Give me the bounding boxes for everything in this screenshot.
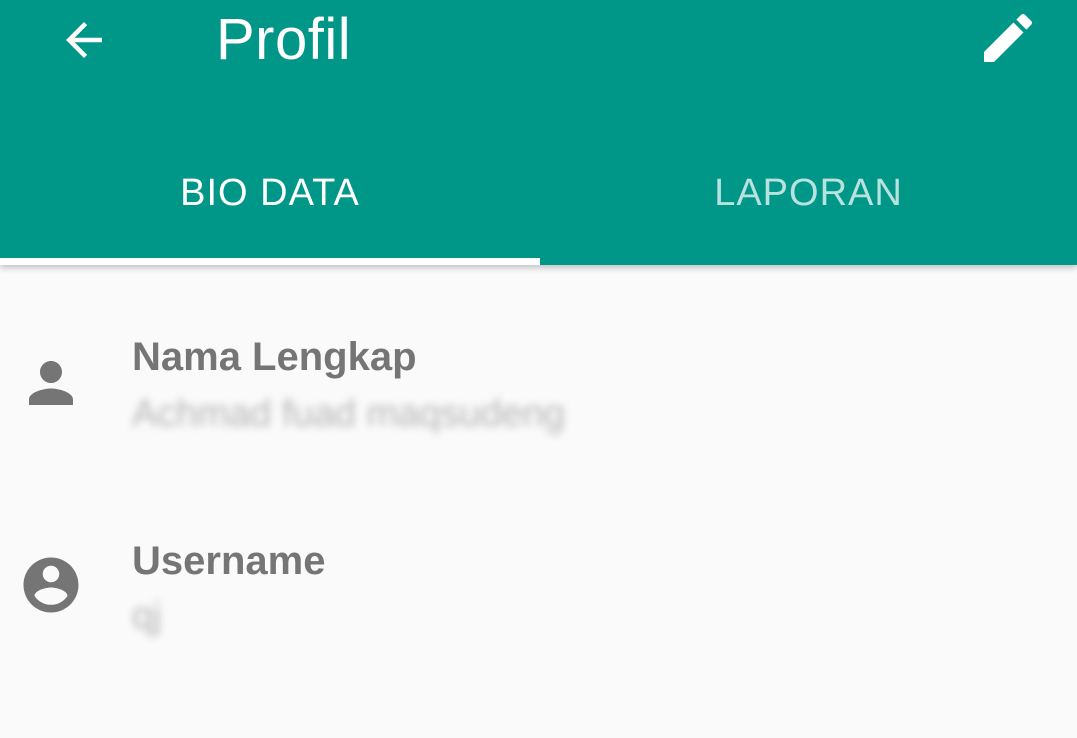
tab-indicator [0, 258, 540, 265]
back-button[interactable] [52, 8, 116, 72]
edit-button[interactable] [972, 4, 1044, 72]
account-circle-icon [18, 552, 84, 618]
pencil-edit-icon [984, 13, 1033, 62]
tab-laporan-label: LAPORAN [714, 172, 903, 214]
arrow-back-icon [66, 22, 102, 58]
tab-bio-data-label: BIO DATA [180, 172, 360, 214]
field-username: Username qj [0, 520, 1077, 650]
person-icon [18, 350, 84, 416]
field-label-username: Username [132, 539, 326, 583]
field-value-username: qj [132, 595, 162, 637]
app-bar: Profil BIO DATA LAPORAN [0, 0, 1077, 265]
tab-bar: BIO DATA LAPORAN [0, 130, 1077, 265]
field-label-full-name: Nama Lengkap [132, 335, 417, 379]
field-full-name: Nama Lengkap Achmad fuad maqsudeng [0, 318, 1077, 448]
page-title: Profil [216, 7, 352, 72]
tab-laporan[interactable]: LAPORAN [540, 130, 1077, 265]
tab-bio-data[interactable]: BIO DATA [0, 130, 540, 265]
field-value-full-name: Achmad fuad maqsudeng [132, 393, 566, 435]
